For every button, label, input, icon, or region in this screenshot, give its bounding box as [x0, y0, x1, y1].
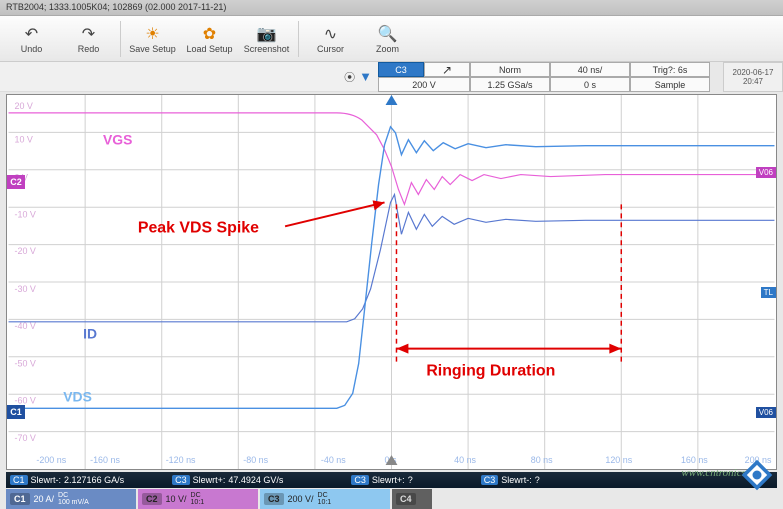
svg-text:-80 ns: -80 ns — [243, 455, 268, 465]
redo-icon: ↷ — [82, 24, 95, 44]
trigger-edge[interactable]: ↗ — [424, 62, 470, 77]
svg-text:-40 ns: -40 ns — [321, 455, 346, 465]
zoom-label: Zoom — [376, 44, 399, 54]
screenshot-label: Screenshot — [244, 44, 290, 54]
svg-text:40 ns: 40 ns — [454, 455, 476, 465]
channel-marker-c2: C2 — [7, 175, 25, 189]
time-label: 20:47 — [743, 77, 763, 86]
channel-bar: C1 20 A/ DC100 mV/A C2 10 V/ DC10:1 C3 2… — [6, 489, 777, 509]
undo-button[interactable]: ↶Undo — [4, 18, 59, 60]
svg-text:120 ns: 120 ns — [605, 455, 632, 465]
window-title: RTB2004; 1333.1005K04; 102869 (02.000 20… — [0, 0, 783, 16]
trigger-level[interactable]: 200 V — [378, 77, 470, 92]
y-axis-ticks: 20 V 10 V 0 V -10 V -20 V -30 V -40 V -5… — [15, 101, 36, 443]
channel-marker-c1: C1 — [7, 405, 25, 419]
cursor-label: Cursor — [317, 44, 344, 54]
arrowhead-right — [609, 344, 621, 354]
label-vgs: VGS — [103, 132, 132, 148]
svg-text:-30 V: -30 V — [15, 284, 36, 294]
trig-marker-icon: ▼ — [359, 69, 372, 84]
meas-1[interactable]: C1Slewrt-:2.127166 GA/s — [10, 475, 124, 485]
time-offset[interactable]: 0 s — [550, 77, 630, 92]
redo-button[interactable]: ↷Redo — [61, 18, 116, 60]
channel-c2[interactable]: C2 10 V/ DC10:1 — [138, 489, 258, 509]
camera-icon: 📷 — [257, 24, 277, 44]
x-axis-ticks: -200 ns -160 ns -120 ns -80 ns -40 ns 0 … — [36, 455, 772, 465]
channel-c4[interactable]: C4 — [392, 489, 432, 509]
screenshot-button[interactable]: 📷Screenshot — [239, 18, 294, 60]
save-icon: ☀ — [145, 24, 159, 44]
label-vds: VDS — [63, 388, 92, 404]
grid — [9, 95, 775, 469]
load-icon: ✿ — [203, 24, 216, 44]
acquisition-mode[interactable]: Sample — [630, 77, 710, 92]
svg-text:-10 V: -10 V — [15, 209, 36, 219]
separator — [120, 21, 121, 57]
svg-text:10 V: 10 V — [15, 135, 33, 145]
annotation-peak: Peak VDS Spike — [138, 219, 259, 236]
cursor-icon: ∿ — [324, 24, 337, 44]
save-setup-button[interactable]: ☀Save Setup — [125, 18, 180, 60]
svg-text:80 ns: 80 ns — [531, 455, 553, 465]
channel-c3[interactable]: C3 200 V/ DC10:1 — [260, 489, 390, 509]
svg-text:-50 V: -50 V — [15, 359, 36, 369]
undo-label: Undo — [21, 44, 43, 54]
cursor-button[interactable]: ∿Cursor — [303, 18, 358, 60]
rs-logo-icon — [739, 457, 775, 493]
trigger-lead: ⦿ ▼ — [0, 62, 378, 92]
trig-center-icon: ⦿ — [344, 69, 355, 85]
svg-text:-120 ns: -120 ns — [166, 455, 196, 465]
sample-rate[interactable]: 1.25 GSa/s — [470, 77, 550, 92]
meas-2[interactable]: C3Slewrt+:47.4924 GV/s — [172, 475, 283, 485]
marker-v06-a: V06 — [756, 167, 776, 178]
zoom-icon: 🔍 — [378, 24, 398, 44]
meas-3[interactable]: C3Slewrt+:? — [351, 475, 412, 485]
separator — [298, 21, 299, 57]
svg-text:-160 ns: -160 ns — [90, 455, 120, 465]
svg-text:-20 V: -20 V — [15, 246, 36, 256]
save-setup-label: Save Setup — [129, 44, 176, 54]
svg-text:20 V: 20 V — [15, 101, 33, 111]
label-id: ID — [83, 326, 97, 342]
trigger-level-status[interactable]: Trig?: 6s — [630, 62, 710, 77]
marker-v06-b: V06 — [756, 407, 776, 418]
svg-text:-70 V: -70 V — [15, 433, 36, 443]
waveform-display[interactable]: C2 C1 V06 TL V06 20 V 10 V 0 V -10 V -20… — [6, 94, 777, 470]
zoom-button[interactable]: 🔍Zoom — [360, 18, 415, 60]
svg-text:-60 V: -60 V — [15, 395, 36, 405]
svg-text:160 ns: 160 ns — [681, 455, 708, 465]
timebase[interactable]: 40 ns/ — [550, 62, 630, 77]
marker-tl: TL — [761, 287, 776, 298]
channel-c1[interactable]: C1 20 A/ DC100 mV/A — [6, 489, 136, 509]
trigger-source[interactable]: C3 — [378, 62, 424, 77]
main-toolbar: ↶Undo ↷Redo ☀Save Setup ✿Load Setup 📷Scr… — [0, 16, 783, 62]
redo-label: Redo — [78, 44, 100, 54]
meas-4[interactable]: C3Slewrt-:? — [481, 475, 540, 485]
date-label: 2020-06-17 — [733, 68, 774, 77]
svg-text:-200 ns: -200 ns — [36, 455, 66, 465]
arrowhead-left — [396, 344, 408, 354]
trigger-position-marker[interactable] — [386, 95, 398, 105]
load-setup-label: Load Setup — [186, 44, 232, 54]
trigger-mode[interactable]: Norm — [470, 62, 550, 77]
trigger-bar: ⦿ ▼ C3 ↗ Norm 40 ns/ Trig?: 6s 200 V 1.2… — [0, 62, 783, 92]
undo-icon: ↶ — [25, 24, 38, 44]
waveform-svg: 20 V 10 V 0 V -10 V -20 V -30 V -40 V -5… — [7, 95, 776, 469]
load-setup-button[interactable]: ✿Load Setup — [182, 18, 237, 60]
annotation-ring: Ringing Duration — [426, 363, 555, 380]
timestamp: 2020-06-17 20:47 — [723, 62, 783, 92]
annotation-arrow-peak — [285, 202, 384, 226]
measurement-bar: C1Slewrt-:2.127166 GA/s C3Slewrt+:47.492… — [6, 472, 777, 488]
